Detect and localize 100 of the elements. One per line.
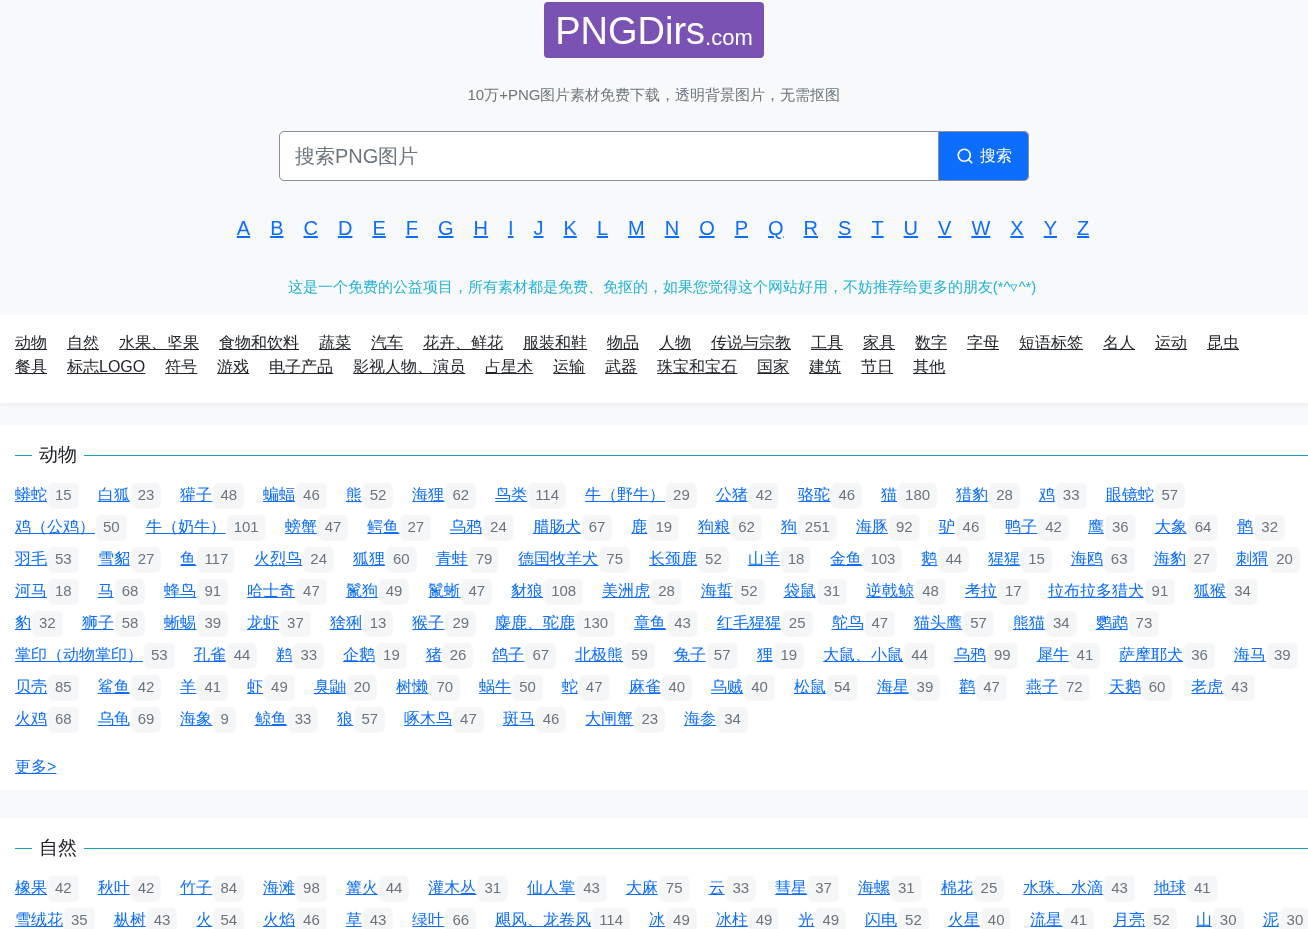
category-link[interactable]: 汽车 xyxy=(371,331,403,355)
category-link[interactable]: 珠宝和宝石 xyxy=(657,355,738,379)
tag-link[interactable]: 章鱼 xyxy=(634,611,667,635)
tag-link[interactable]: 鲸鱼 xyxy=(254,707,287,731)
letter-link[interactable]: M xyxy=(628,213,645,243)
tag-link[interactable]: 啄木鸟 xyxy=(404,707,453,731)
letter-link[interactable]: I xyxy=(507,213,514,243)
tag-link[interactable]: 狼 xyxy=(337,707,354,731)
letter-link[interactable]: G xyxy=(437,213,454,243)
letter-link[interactable]: H xyxy=(473,213,488,243)
category-link[interactable]: 短语标签 xyxy=(1019,331,1083,355)
more-link[interactable]: 更多> xyxy=(15,758,57,775)
search-button[interactable]: 搜索 xyxy=(939,131,1029,181)
category-link[interactable]: 昆虫 xyxy=(1207,331,1239,355)
letter-link[interactable]: Y xyxy=(1043,213,1057,243)
tag-link[interactable]: 秋叶 xyxy=(97,876,130,900)
category-link[interactable]: 自然 xyxy=(67,331,99,355)
tag-link[interactable]: 金鱼 xyxy=(830,547,863,571)
letter-link[interactable]: Q xyxy=(768,213,784,243)
tag-link[interactable]: 河马 xyxy=(15,579,47,603)
tag-link[interactable]: 鹦鹉 xyxy=(1095,611,1128,635)
category-link[interactable]: 建筑 xyxy=(809,355,842,379)
category-link[interactable]: 工具 xyxy=(811,331,843,355)
category-link[interactable]: 其他 xyxy=(913,355,946,379)
tag-link[interactable]: 绿叶 xyxy=(412,908,445,929)
category-link[interactable]: 水果、坚果 xyxy=(119,331,199,355)
site-logo[interactable]: PNGDirs.com xyxy=(544,2,764,58)
category-link[interactable]: 数字 xyxy=(915,331,947,355)
tag-link[interactable]: 猫 xyxy=(881,483,898,507)
category-link[interactable]: 符号 xyxy=(165,355,198,379)
tag-link[interactable]: 山羊 xyxy=(747,547,780,571)
tag-link[interactable]: 松鼠 xyxy=(793,675,826,699)
letter-link[interactable]: F xyxy=(405,213,418,243)
tag-link[interactable]: 狐猴 xyxy=(1194,579,1227,603)
tag-link[interactable]: 哈士奇 xyxy=(247,579,296,603)
tag-link[interactable]: 逆戟鲸 xyxy=(866,579,915,603)
tag-link[interactable]: 鸡 xyxy=(1038,483,1055,507)
tag-link[interactable]: 白狐 xyxy=(97,483,130,507)
tag-link[interactable]: 狸 xyxy=(756,643,773,667)
letter-link[interactable]: U xyxy=(903,213,919,243)
tag-link[interactable]: 天鹅 xyxy=(1108,675,1141,699)
tag-link[interactable]: 蜗牛 xyxy=(479,675,512,699)
tag-link[interactable]: 企鹅 xyxy=(343,643,376,667)
category-link[interactable]: 花卉、鲜花 xyxy=(423,331,503,355)
tag-link[interactable]: 獾子 xyxy=(180,483,213,507)
tag-link[interactable]: 猞猁 xyxy=(329,611,362,635)
letter-link[interactable]: W xyxy=(971,213,991,243)
tag-link[interactable]: 雪貂 xyxy=(97,547,130,571)
tag-link[interactable]: 袋鼠 xyxy=(783,579,816,603)
tag-link[interactable]: 鳄鱼 xyxy=(367,515,400,539)
tag-link[interactable]: 鹅 xyxy=(921,547,938,571)
category-link[interactable]: 字母 xyxy=(967,331,999,355)
letter-link[interactable]: P xyxy=(734,213,749,243)
tag-link[interactable]: 鹈 xyxy=(276,643,293,667)
tag-link[interactable]: 狐狸 xyxy=(353,547,385,571)
tag-link[interactable]: 冰柱 xyxy=(715,908,748,929)
search-field[interactable]: 搜索PNG图片 xyxy=(279,131,939,181)
category-link[interactable]: 动物 xyxy=(15,331,47,355)
tag-link[interactable]: 猩猩 xyxy=(988,547,1021,571)
tag-link[interactable]: 斑马 xyxy=(502,707,535,731)
letter-link[interactable]: L xyxy=(596,213,608,243)
tag-link[interactable]: 狮子 xyxy=(81,611,114,635)
letter-link[interactable]: Z xyxy=(1077,213,1090,243)
tag-link[interactable]: 公猪 xyxy=(715,483,748,507)
tag-link[interactable]: 马 xyxy=(97,579,114,603)
letter-link[interactable]: O xyxy=(699,213,715,243)
tag-link[interactable]: 鱼 xyxy=(180,547,197,571)
category-link[interactable]: 节日 xyxy=(861,355,894,379)
letter-link[interactable]: N xyxy=(664,213,680,243)
tag-link[interactable]: 彗星 xyxy=(775,876,808,900)
tag-link[interactable]: 豹 xyxy=(15,611,31,635)
category-link[interactable]: 家具 xyxy=(863,331,895,355)
tag-link[interactable]: 鬣蜥 xyxy=(428,579,461,603)
category-link[interactable]: 电子产品 xyxy=(269,355,334,379)
letter-link[interactable]: D xyxy=(337,213,353,243)
tag-link[interactable]: 猴子 xyxy=(412,611,445,635)
tag-link[interactable]: 蜂鸟 xyxy=(164,579,197,603)
category-link[interactable]: 餐具 xyxy=(15,355,47,379)
category-link[interactable]: 占星术 xyxy=(485,355,534,379)
tag-link[interactable]: 草 xyxy=(345,908,362,929)
tag-link[interactable]: 树懒 xyxy=(396,675,429,699)
tag-link[interactable]: 虾 xyxy=(247,675,264,699)
category-link[interactable]: 标志LOGO xyxy=(67,355,146,379)
tag-link[interactable]: 冰 xyxy=(649,908,666,929)
tag-link[interactable]: 鹰 xyxy=(1087,515,1104,539)
category-link[interactable]: 服装和鞋 xyxy=(523,331,587,355)
category-link[interactable]: 运输 xyxy=(553,355,586,379)
tag-link[interactable]: 鹳 xyxy=(959,675,976,699)
letter-link[interactable]: B xyxy=(270,213,284,243)
letter-link[interactable]: J xyxy=(533,213,544,243)
category-link[interactable]: 运动 xyxy=(1155,331,1187,355)
category-link[interactable]: 物品 xyxy=(607,331,639,355)
tag-link[interactable]: 云 xyxy=(708,876,725,900)
category-link[interactable]: 食物和饮料 xyxy=(219,331,299,355)
tag-link[interactable]: 灌木丛 xyxy=(428,876,477,900)
category-link[interactable]: 影视人物、演员 xyxy=(353,355,466,379)
tag-link[interactable]: 羊 xyxy=(180,675,197,699)
category-link[interactable]: 武器 xyxy=(605,355,638,379)
tag-link[interactable]: 猎豹 xyxy=(956,483,989,507)
category-link[interactable]: 人物 xyxy=(659,331,691,355)
